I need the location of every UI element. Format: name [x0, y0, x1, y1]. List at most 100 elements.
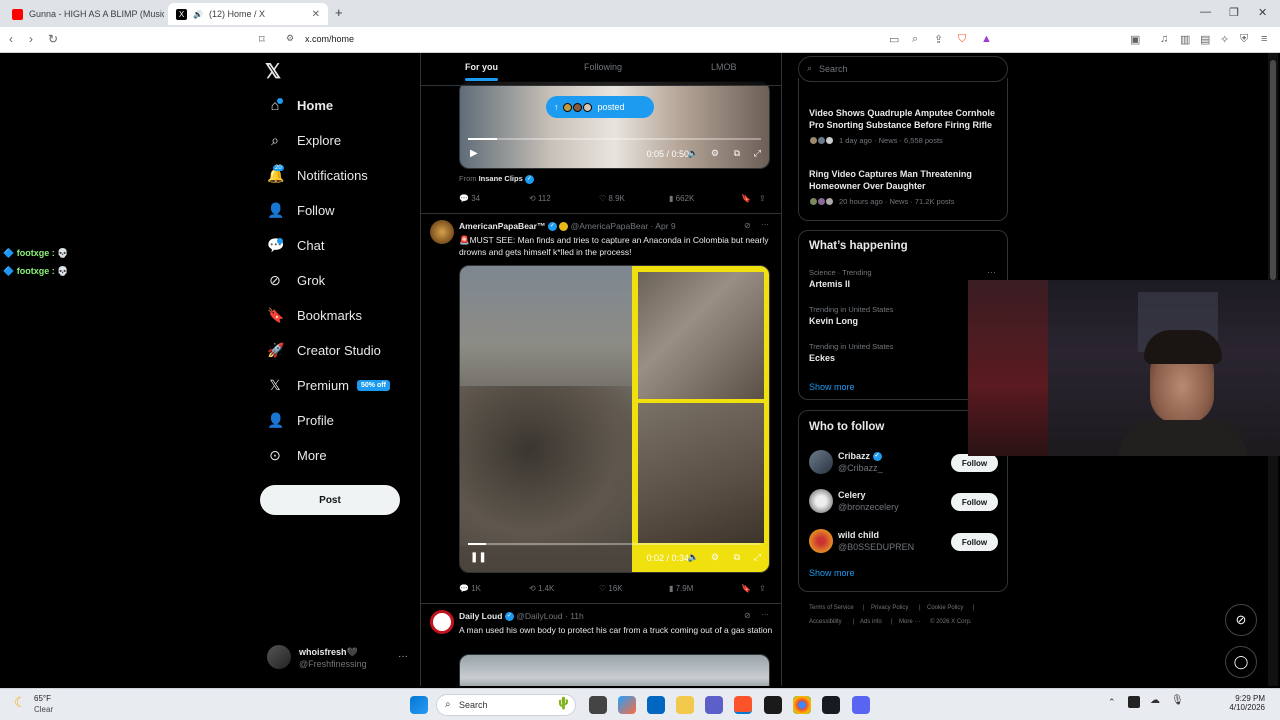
avatar[interactable] — [430, 220, 454, 244]
footer-link-terms[interactable]: Terms of Service — [809, 605, 854, 611]
show-more-link[interactable]: Show more — [809, 382, 855, 392]
post-button[interactable]: Post — [260, 485, 400, 515]
brave-rewards-icon[interactable]: ▲ — [981, 33, 992, 45]
wallet-icon[interactable]: ▤ — [1200, 33, 1210, 46]
leo-ai-icon[interactable]: ✧ — [1220, 33, 1229, 46]
suggested-user-name[interactable]: Cribazz ✓ — [838, 451, 882, 462]
tweet-date[interactable]: · 11h — [565, 611, 584, 621]
views-button[interactable]: ▮ 7.9M — [669, 584, 693, 593]
bookmark-icon[interactable]: 🔖 — [741, 584, 751, 593]
show-more-link[interactable]: Show more — [809, 568, 855, 578]
author-name[interactable]: AmericanPapaBear™ — [459, 221, 545, 231]
windows-start-icon[interactable] — [410, 696, 428, 714]
bookmark-page-icon[interactable]: ⌑ — [259, 33, 265, 46]
sidebar-item-explore[interactable]: ⌕ Explore — [267, 126, 341, 154]
author-name[interactable]: Daily Loud — [459, 611, 502, 621]
avatar[interactable] — [809, 489, 833, 513]
video-progress-bar[interactable] — [468, 543, 761, 545]
share-icon[interactable]: ⇪ — [934, 33, 943, 46]
back-icon[interactable]: ‹ — [9, 32, 13, 46]
pause-icon[interactable]: ❚❚ — [470, 552, 487, 563]
suggested-user-name[interactable]: wild child — [838, 530, 879, 540]
volume-icon[interactable]: 🔈 — [688, 148, 699, 159]
tab-lmob[interactable]: LMOB — [711, 62, 737, 72]
reply-button[interactable]: 💬 34 — [459, 194, 480, 203]
taskbar-search-input[interactable]: ⌕ Search 🌵 — [436, 694, 576, 716]
chevron-up-icon[interactable]: ⌃ — [1108, 697, 1116, 708]
sidebar-item-chat[interactable]: 💬 Chat — [267, 231, 324, 259]
fullscreen-icon[interactable]: ⤢ — [754, 552, 761, 563]
x-logo-icon[interactable]: 𝕏 — [265, 59, 281, 84]
tweet-video-player[interactable] — [459, 654, 770, 686]
sidebar-item-grok[interactable]: ⊘ Grok — [267, 266, 325, 294]
browser-tab-x[interactable]: X 🔊 (12) Home / X ✕ — [168, 3, 328, 25]
footer-link-more[interactable]: More ··· — [899, 619, 920, 625]
close-window-button[interactable]: ✕ — [1258, 6, 1267, 19]
tweet-date[interactable]: · Apr 9 — [651, 221, 676, 231]
grok-analyze-icon[interactable]: ⊘ — [744, 221, 751, 230]
trend-name[interactable]: Eckes — [809, 353, 835, 363]
teams-icon[interactable] — [705, 696, 723, 714]
tweet-more-icon[interactable]: ··· — [761, 610, 769, 619]
app-icon[interactable] — [764, 696, 782, 714]
address-bar-url[interactable]: x.com/home — [305, 34, 354, 44]
steam-icon[interactable] — [822, 696, 840, 714]
mic-icon[interactable]: 🎙 — [1171, 695, 1184, 706]
speaker-icon[interactable]: 🔊 — [193, 10, 203, 19]
tray-app-icon[interactable] — [1128, 696, 1140, 708]
avatar[interactable] — [809, 529, 833, 553]
store-icon[interactable] — [647, 696, 665, 714]
pip-icon[interactable]: ⧉ — [734, 552, 740, 563]
share-icon[interactable]: ⇪ — [759, 194, 766, 203]
avatar[interactable] — [809, 450, 833, 474]
chrome-icon[interactable] — [793, 696, 811, 714]
restore-button[interactable]: ❐ — [1229, 6, 1239, 19]
discord-icon[interactable] — [852, 696, 870, 714]
forward-icon[interactable]: › — [29, 32, 33, 46]
file-explorer-icon[interactable] — [676, 696, 694, 714]
taskbar-clock[interactable]: 9:29 PM 4/10/2026 — [1195, 694, 1265, 712]
vpn-icon[interactable]: ⛨ — [1240, 33, 1248, 46]
news-headline[interactable]: Ring Video Captures Man Threatening Home… — [809, 168, 1004, 192]
tweet-video-player[interactable]: ↑ posted ▶ 0:05 / 0:50 🔈 ⚙ ⧉ ⤢ — [459, 81, 770, 169]
sidebar-item-home[interactable]: ⌂ Home — [267, 91, 333, 119]
reload-icon[interactable]: ↻ — [48, 32, 58, 46]
play-icon[interactable]: ▶ — [470, 148, 478, 159]
menu-icon[interactable]: ≡ — [1261, 33, 1267, 45]
sidebar-item-notifications[interactable]: 🔔 20 Notifications — [267, 161, 368, 189]
grok-button[interactable]: ⊘ — [1225, 604, 1257, 636]
minimize-button[interactable]: — — [1200, 6, 1211, 18]
account-more-icon[interactable]: ··· — [398, 651, 408, 662]
browser-tab-youtube[interactable]: Gunna - HIGH AS A BLIMP (Music Vid — [4, 3, 164, 25]
video-progress-bar[interactable] — [468, 138, 761, 140]
tweet-video-player[interactable]: ❚❚ 0:02 / 0:34 🔈 ⚙ ⧉ ⤢ — [459, 265, 770, 573]
follow-button[interactable]: Follow — [951, 454, 998, 472]
brave-browser-icon[interactable] — [734, 696, 752, 714]
sidebar-item-follow[interactable]: 👤 Follow — [267, 196, 335, 224]
footer-link-privacy[interactable]: Privacy Policy — [871, 605, 908, 611]
suggested-user-name[interactable]: Celery — [838, 490, 866, 500]
avatar[interactable] — [430, 610, 454, 634]
follow-button[interactable]: Follow — [951, 533, 998, 551]
footer-link-accessibility[interactable]: Accessibility — [809, 619, 842, 625]
follow-button[interactable]: Follow — [951, 493, 998, 511]
fullscreen-icon[interactable]: ⤢ — [754, 148, 761, 159]
scrollbar-thumb[interactable] — [1270, 60, 1276, 280]
messages-button[interactable]: ◯ — [1225, 646, 1257, 678]
volume-icon[interactable]: 🔈 — [688, 552, 699, 563]
settings-icon[interactable]: ⚙ — [711, 552, 719, 563]
trend-name[interactable]: Artemis II — [809, 279, 850, 289]
grok-analyze-icon[interactable]: ⊘ — [744, 611, 751, 620]
tab-following[interactable]: Following — [584, 62, 622, 72]
sidebar-item-profile[interactable]: 👤 Profile — [267, 406, 334, 434]
bookmark-icon[interactable]: 🔖 — [741, 194, 751, 203]
settings-icon[interactable]: ⚙ — [711, 148, 719, 159]
tab-for-you[interactable]: For you — [465, 62, 498, 81]
new-tab-button[interactable]: + — [335, 5, 343, 20]
sidebar-item-creator-studio[interactable]: 🚀 Creator Studio — [267, 336, 381, 364]
account-switcher[interactable]: whoisfresh🖤 @Freshfinessing ··· — [267, 645, 417, 671]
footer-link-ads-info[interactable]: Ads info — [860, 619, 882, 625]
share-icon[interactable]: ⇪ — [759, 584, 766, 593]
sidebar-panel-icon[interactable]: ▣ — [1130, 33, 1140, 46]
trend-name[interactable]: Kevin Long — [809, 316, 858, 326]
